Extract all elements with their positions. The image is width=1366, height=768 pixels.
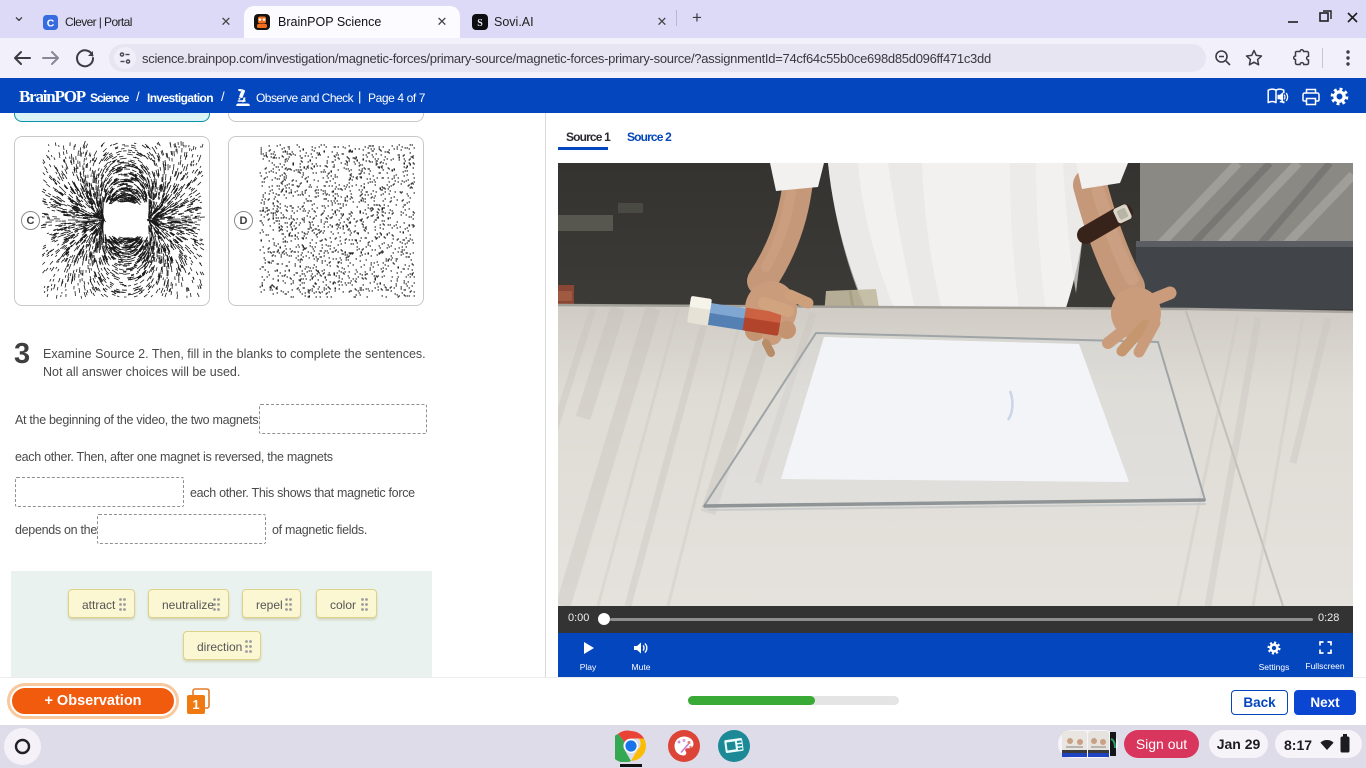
svg-text:1: 1 xyxy=(192,697,199,712)
svg-text:S: S xyxy=(477,18,483,29)
svg-text:C: C xyxy=(47,18,55,30)
